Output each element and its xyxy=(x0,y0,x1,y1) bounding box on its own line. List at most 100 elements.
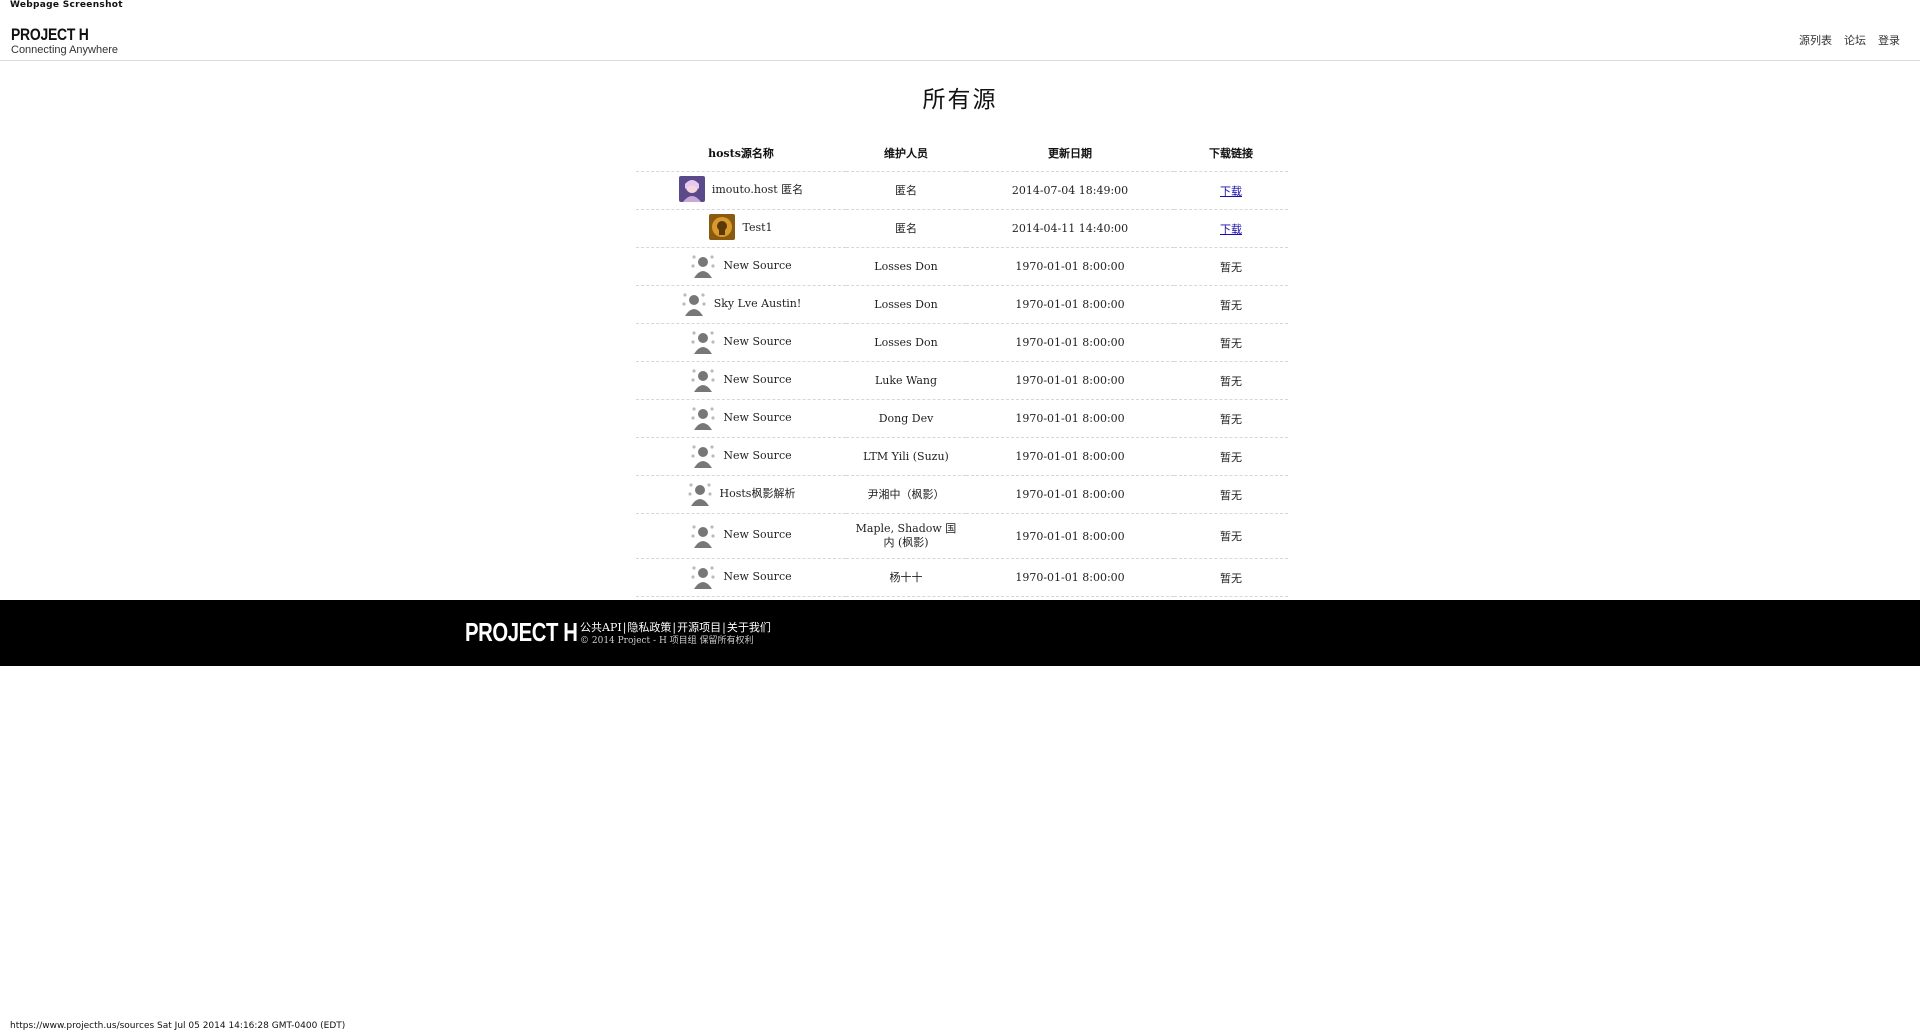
page-title: 所有源 xyxy=(922,87,998,113)
maintainer-cell: 匿名 xyxy=(846,209,966,248)
table-row: New Source 杨十十 1970-01-01 8:00:00 暂无 xyxy=(636,558,1288,597)
update-date-cell: 1970-01-01 8:00:00 xyxy=(966,513,1174,559)
download-unavailable: 暂无 xyxy=(1220,374,1242,388)
maintainer: Losses Don xyxy=(874,259,938,273)
brand-title: PROJECT H xyxy=(11,25,89,44)
source-name: Sky Lve Austin! xyxy=(713,296,802,310)
table-header-row: hosts源名称 维护人员 更新日期 下载链接 xyxy=(636,135,1288,172)
maintainer: Luke Wang xyxy=(874,373,938,387)
maintainer-cell: LTM Yili (Suzu) xyxy=(846,437,966,476)
maintainer-cell: Maple, Shadow 国内 (枫影) xyxy=(846,513,966,559)
download-unavailable: 暂无 xyxy=(1220,336,1242,350)
nav-login-link[interactable]: 登录 xyxy=(1878,32,1900,48)
footer-copyright: © 2014 Project - H 项目组 保留所有权利 xyxy=(580,636,754,646)
source-name: New Source xyxy=(723,569,792,583)
source-name: imouto.host 匿名 xyxy=(711,183,804,196)
table-row: New Source Luke Wang 1970-01-01 8:00:00 暂无 xyxy=(636,361,1288,400)
update-date-cell: 1970-01-01 8:00:00 xyxy=(966,475,1174,514)
download-cell: 暂无 xyxy=(1174,323,1288,362)
source-name-cell: New Source xyxy=(636,437,846,476)
nav-links: 源列表 论坛 登录 xyxy=(1799,32,1900,48)
maintainer-cell: 尹湘中（枫影） xyxy=(846,475,966,514)
source-name: New Source xyxy=(723,528,792,541)
source-name: New Source xyxy=(723,410,792,424)
header-source-name: hosts源名称 xyxy=(636,135,846,172)
source-name-cell: New Source xyxy=(636,558,846,597)
download-cell: 暂无 xyxy=(1174,475,1288,514)
source-name-cell: New Source xyxy=(636,323,846,362)
maintainer: Dong Dev xyxy=(878,411,934,425)
source-name-cell: imouto.host 匿名 xyxy=(636,171,846,210)
download-unavailable: 暂无 xyxy=(1220,260,1242,274)
update-date-cell: 1970-01-01 8:00:00 xyxy=(966,558,1174,597)
maintainer-cell: Dong Dev xyxy=(846,399,966,438)
nav-forum-link[interactable]: 论坛 xyxy=(1844,32,1866,48)
update-date-cell: 2014-04-11 14:40:00 xyxy=(966,209,1174,248)
table-row: New Source Losses Don 1970-01-01 8:00:00 暂无 xyxy=(636,323,1288,362)
footer-logo[interactable]: PROJECT H xyxy=(465,617,578,648)
maintainer-cell: Luke Wang xyxy=(846,361,966,400)
default-user-icon xyxy=(690,404,717,430)
sources-table: hosts源名称 维护人员 更新日期 下载链接 imouto.host 匿名 匿名… xyxy=(636,135,1288,597)
gold-avatar-icon xyxy=(709,214,736,240)
update-date-cell: 1970-01-01 8:00:00 xyxy=(966,285,1174,324)
table-row: New Source LTM Yili (Suzu) 1970-01-01 8:00… xyxy=(636,437,1288,476)
default-user-icon xyxy=(690,442,717,468)
download-cell: 暂无 xyxy=(1174,247,1288,286)
source-name-cell: Test1 xyxy=(636,209,846,248)
maintainer: 杨十十 xyxy=(889,570,923,584)
table-row: New Source Maple, Shadow 国内 (枫影) 1970-01-0… xyxy=(636,513,1288,559)
table-row: New Source Losses Don 1970-01-01 8:00:00 暂无 xyxy=(636,247,1288,286)
maintainer: LTM Yili (Suzu) xyxy=(863,449,949,463)
download-cell: 下载 xyxy=(1174,171,1288,210)
table-row: Hosts枫影解析 尹湘中（枫影） 1970-01-01 8:00:00 暂无 xyxy=(636,475,1288,514)
source-name: New Source xyxy=(723,258,792,272)
header-update-date: 更新日期 xyxy=(966,135,1174,172)
download-cell: 暂无 xyxy=(1174,361,1288,400)
download-unavailable: 暂无 xyxy=(1220,298,1242,312)
download-unavailable: 暂无 xyxy=(1220,412,1242,426)
maintainer-cell: 匿名 xyxy=(846,171,966,210)
download-cell: 暂无 xyxy=(1174,513,1288,559)
download-unavailable: 暂无 xyxy=(1220,571,1242,585)
source-name: Test1 xyxy=(742,220,773,234)
download-link[interactable]: 下载 xyxy=(1220,185,1242,198)
default-user-icon xyxy=(690,563,717,589)
source-name-cell: New Source xyxy=(636,399,846,438)
maintainer-cell: Losses Don xyxy=(846,247,966,286)
source-name-cell: New Source xyxy=(636,513,846,559)
download-unavailable: 暂无 xyxy=(1220,530,1242,543)
brand-subtitle: Connecting Anywhere xyxy=(11,44,119,56)
header-maintainer: 维护人员 xyxy=(846,135,966,172)
source-name-cell: New Source xyxy=(636,361,846,400)
download-cell: 暂无 xyxy=(1174,437,1288,476)
maintainer: 匿名 xyxy=(895,183,917,197)
brand-logo[interactable]: PROJECT H Connecting Anywhere xyxy=(11,26,118,56)
table-row: Sky Lve Austin! Losses Don 1970-01-01 8:00… xyxy=(636,285,1288,324)
source-name: New Source xyxy=(723,334,792,348)
download-link[interactable]: 下载 xyxy=(1220,223,1242,236)
download-cell: 下载 xyxy=(1174,209,1288,248)
source-name: New Source xyxy=(723,372,792,386)
maintainer: Maple, Shadow 国内 (枫影) xyxy=(855,522,957,549)
nav-source-list-link[interactable]: 源列表 xyxy=(1799,32,1832,48)
table-row: imouto.host 匿名 匿名 2014-07-04 18:49:00 下载 xyxy=(636,171,1288,210)
site-footer: PROJECT H 公共API|隐私政策|开源项目|关于我们 © 2014 Pr… xyxy=(0,600,1920,666)
default-user-icon xyxy=(690,328,717,354)
source-name-cell: New Source xyxy=(636,247,846,286)
source-name-cell: Hosts枫影解析 xyxy=(636,475,846,514)
source-name: Hosts枫影解析 xyxy=(719,487,796,500)
download-unavailable: 暂无 xyxy=(1220,450,1242,464)
maintainer-cell: Losses Don xyxy=(846,285,966,324)
maintainer-cell: Losses Don xyxy=(846,323,966,362)
default-user-icon xyxy=(690,366,717,392)
update-date-cell: 1970-01-01 8:00:00 xyxy=(966,399,1174,438)
maintainer: Losses Don xyxy=(874,297,938,311)
anime-avatar-icon xyxy=(678,176,705,202)
source-name: New Source xyxy=(723,448,792,462)
default-user-icon xyxy=(680,290,707,316)
maintainer: 尹湘中（枫影） xyxy=(867,487,945,501)
default-user-icon xyxy=(690,521,717,548)
default-user-icon xyxy=(690,252,717,278)
source-name-cell: Sky Lve Austin! xyxy=(636,285,846,324)
